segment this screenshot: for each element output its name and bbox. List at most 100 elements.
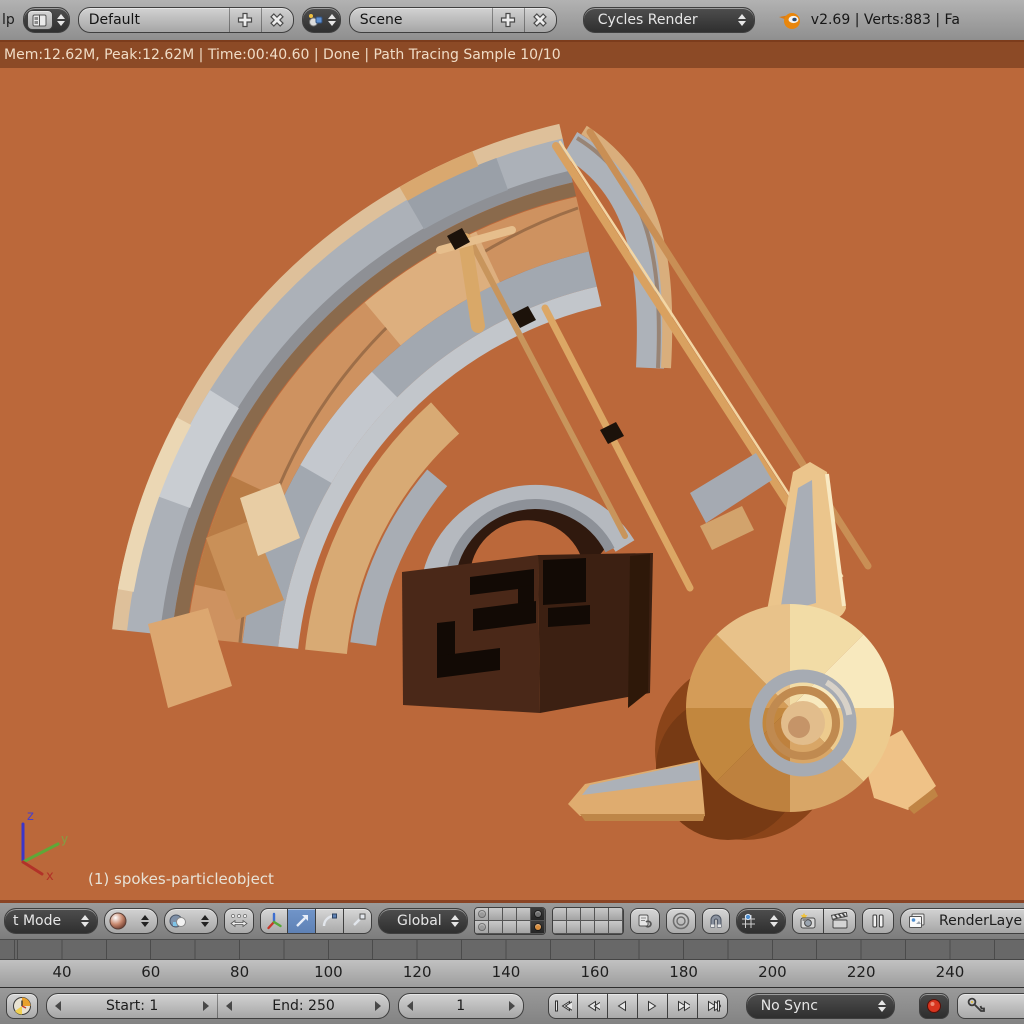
scene-pill: Scene (349, 7, 557, 33)
layer-toggle-10-bottom[interactable] (609, 921, 623, 934)
layer-toggle-3-top[interactable] (503, 908, 517, 921)
end-frame-decrease[interactable] (226, 1001, 232, 1011)
render-layer-icon (907, 912, 927, 930)
timeline-frame-label: 160 (580, 963, 609, 981)
screen-layout-selector[interactable] (23, 7, 70, 33)
snap-toggle-button[interactable] (702, 908, 730, 934)
layer-toggle-4-bottom[interactable] (517, 921, 531, 934)
center-points-toggle[interactable] (224, 908, 254, 934)
end-frame-increase[interactable] (375, 1001, 381, 1011)
editor-type-time-button[interactable] (6, 993, 38, 1019)
translate-manipulator-toggle[interactable] (288, 908, 316, 934)
translate-axis-toggle[interactable] (260, 908, 288, 934)
close-layout-button[interactable] (261, 8, 293, 32)
layout-stepper[interactable] (53, 8, 69, 32)
layer-toggle-6-bottom[interactable] (553, 921, 567, 934)
layer-toggle-5-bottom[interactable] (531, 921, 545, 934)
next-keyframe-button[interactable] (668, 993, 698, 1019)
keying-set-button[interactable] (957, 993, 1024, 1019)
axis-z-label: z (27, 809, 34, 824)
sync-mode-dropdown[interactable]: No Sync (746, 993, 896, 1019)
render-engine-label: Cycles Render (598, 12, 698, 28)
scale-manipulator-toggle[interactable] (344, 908, 372, 934)
current-frame-field[interactable]: 1 (398, 993, 524, 1019)
render-status-text: Mem:12.62M, Peak:12.62M | Time:00:40.60 … (4, 47, 561, 63)
layer-toggle-1-top[interactable] (475, 908, 489, 921)
viewport-3d[interactable]: z y x (1) spokes-particleobject (0, 68, 1024, 900)
render-status-bar: Mem:12.62M, Peak:12.62M | Time:00:40.60 … (0, 42, 1024, 68)
render-animation-button[interactable] (824, 908, 856, 934)
scene-name-field[interactable]: Scene (350, 8, 492, 32)
snap-element-dropdown[interactable] (736, 908, 786, 934)
layer-toggle-3-bottom[interactable] (503, 921, 517, 934)
record-button[interactable] (919, 993, 949, 1019)
pause-render-button[interactable] (862, 908, 894, 934)
layer-toggle-10-top[interactable] (609, 908, 623, 921)
add-scene-button[interactable] (492, 8, 524, 32)
start-frame-field[interactable]: Start: 1 (47, 994, 217, 1018)
layer-toggle-9-top[interactable] (595, 908, 609, 921)
timeline-frame-label: 60 (141, 963, 160, 981)
layer-toggle-6-top[interactable] (553, 908, 567, 921)
proportional-edit-button[interactable] (666, 908, 696, 934)
render-still-button[interactable] (792, 908, 824, 934)
timeline-frame-label: 220 (847, 963, 876, 981)
layer-grid (474, 907, 624, 935)
play-button[interactable] (638, 993, 668, 1019)
render-buttons (792, 908, 856, 934)
layer-toggle-8-bottom[interactable] (581, 921, 595, 934)
pivot-point-dropdown[interactable] (164, 908, 218, 934)
viewport-toolbar: t Mode Global (0, 903, 1024, 940)
start-frame-increase[interactable] (203, 1001, 209, 1011)
layer-toggle-5-top[interactable] (531, 908, 545, 921)
active-object-label: (1) spokes-particleobject (88, 870, 274, 888)
layout-name-field[interactable]: Default (79, 8, 229, 32)
playback-controls (548, 993, 728, 1019)
timeline-frame-label: 40 (52, 963, 71, 981)
render-layer-dropdown[interactable]: RenderLaye (900, 908, 1024, 934)
blender-logo-icon (777, 9, 803, 31)
play-reverse-button[interactable] (608, 993, 638, 1019)
timeline-tick-strip[interactable] (0, 940, 1024, 960)
viewport-shading-dropdown[interactable] (104, 908, 158, 934)
layer-toggle-1-bottom[interactable] (475, 921, 489, 934)
layer-toggle-7-top[interactable] (567, 908, 581, 921)
render-engine-dropdown[interactable]: Cycles Render (583, 7, 755, 33)
jump-to-end-button[interactable] (698, 993, 728, 1019)
end-frame-field[interactable]: End: 250 (217, 994, 388, 1018)
timeline-frame-numbers[interactable]: 406080100120140160180200220240 (0, 960, 1024, 987)
layer-toggle-2-bottom[interactable] (489, 921, 503, 934)
layer-toggle-2-top[interactable] (489, 908, 503, 921)
scene-selector[interactable] (302, 7, 341, 33)
editor-type-icon (27, 10, 53, 30)
scene-stats-label: v2.69 | Verts:883 | Fa (811, 12, 1018, 28)
layout-pill: Default (78, 7, 294, 33)
current-frame-increase[interactable] (509, 1001, 515, 1011)
jump-to-start-button[interactable] (548, 993, 578, 1019)
lock-modes-button[interactable] (630, 908, 660, 934)
pivot-point-icon (169, 913, 187, 929)
engine-stepper (734, 8, 750, 32)
scene-stepper[interactable] (324, 8, 340, 32)
add-layout-button[interactable] (229, 8, 261, 32)
previous-keyframe-button[interactable] (578, 993, 608, 1019)
info-header: lp Default Scene Cycles Render v2.69 | V… (0, 0, 1024, 40)
mode-dropdown[interactable]: t Mode (4, 908, 98, 934)
transform-orientation-dropdown[interactable]: Global (378, 908, 468, 934)
layer-toggle-4-top[interactable] (517, 908, 531, 921)
end-frame-label: End: 250 (272, 998, 335, 1014)
current-frame-decrease[interactable] (407, 1001, 413, 1011)
orientation-label: Global (391, 913, 448, 929)
rendered-image: z y x (1) spokes-particleobject (0, 68, 1024, 900)
rotate-manipulator-toggle[interactable] (316, 908, 344, 934)
start-frame-decrease[interactable] (55, 1001, 61, 1011)
timeline-frame-label: 200 (758, 963, 787, 981)
snap-element-icon (740, 913, 757, 929)
current-frame-value: 1 (456, 998, 465, 1014)
menu-clipped-label[interactable]: lp (2, 12, 15, 28)
layer-toggle-7-bottom[interactable] (567, 921, 581, 934)
layer-toggle-8-top[interactable] (581, 908, 595, 921)
layer-toggle-9-bottom[interactable] (595, 921, 609, 934)
close-scene-button[interactable] (524, 8, 556, 32)
axis-y-label: y (61, 832, 68, 846)
